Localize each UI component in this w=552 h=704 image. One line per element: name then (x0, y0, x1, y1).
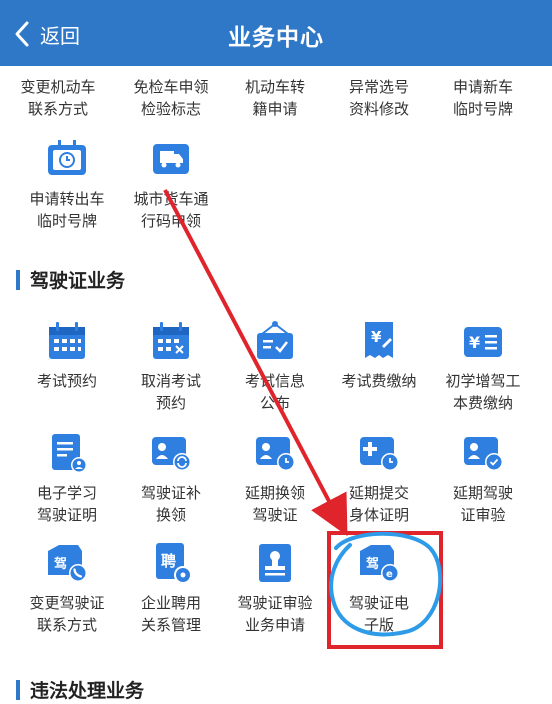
medical-clock-icon (360, 437, 399, 471)
grid-item-transfer-temp-plate[interactable]: 申请转出车 临时号牌 (12, 136, 122, 232)
grid-item-extend-license-renewal[interactable]: 延期换领 驾驶证 (220, 430, 330, 526)
grid-item-electronic-license[interactable]: 驾 e 驾驶证电 子版 (324, 540, 434, 636)
grid-item-abnormal-plate-edit[interactable]: 异常选号 资料修改 (324, 76, 434, 120)
grid-item-exam-booking[interactable]: 考试预约 (12, 318, 122, 392)
grid-item-learner-fee[interactable]: ¥ 初学增驾工 本费缴纳 (428, 318, 538, 414)
license-phone-icon: 驾 (48, 545, 87, 582)
calendar-cancel-icon (153, 322, 189, 359)
license-section-header: 驾驶证业务 (16, 266, 125, 293)
stamp-document-icon (259, 544, 291, 582)
grid-item-employment-management[interactable]: 聘 企业聘用 关系管理 (116, 540, 226, 636)
grid-item-e-study-certificate[interactable]: 电子学习 驾驶证明 (12, 430, 122, 526)
grid-item-change-vehicle-contact[interactable]: 变更机动车 联系方式 (3, 76, 113, 120)
clock-plate-icon (48, 140, 86, 175)
grid-item-license-reissue[interactable]: 驾驶证补 换领 (116, 430, 226, 526)
grid-item-extend-medical-proof[interactable]: 延期提交 身体证明 (324, 430, 434, 526)
notice-board-icon (257, 321, 293, 359)
grid-item-cancel-exam[interactable]: 取消考试 预约 (116, 318, 226, 414)
electronic-license-icon: 驾 e (360, 545, 399, 582)
grid-item-city-truck-pass[interactable]: 城市货车通 行码申领 (116, 136, 226, 232)
svg-text:e: e (386, 569, 393, 580)
svg-text:¥: ¥ (469, 333, 480, 352)
section-accent-bar (16, 269, 20, 290)
svg-text:聘: 聘 (161, 552, 176, 570)
truck-icon (153, 144, 189, 174)
grid-item-exempt-inspection-mark[interactable]: 免检车申领 检验标志 (116, 76, 226, 120)
page-title: 业务中心 (228, 25, 324, 51)
employment-gear-icon: 聘 (156, 543, 192, 584)
grid-item-exam-info[interactable]: 考试信息 公布 (220, 318, 330, 414)
grid-item-new-car-temp-plate[interactable]: 申请新车 临时号牌 (428, 76, 538, 120)
grid-item-license-audit-application[interactable]: 驾驶证审验 业务申请 (220, 540, 330, 636)
license-refresh-icon (152, 437, 191, 471)
svg-text:驾: 驾 (366, 556, 379, 572)
yen-list-icon: ¥ (464, 327, 502, 357)
section-accent-bar (16, 679, 20, 700)
license-clock-icon (256, 437, 295, 471)
grid-item-exam-fee[interactable]: ¥ 考试费缴纳 (324, 318, 434, 392)
top-bar: 返回 业务中心 (0, 0, 552, 66)
violation-section-title: 违法处理业务 (30, 680, 145, 702)
study-document-icon (52, 434, 87, 473)
svg-text:¥: ¥ (371, 328, 382, 346)
violation-section-header: 违法处理业务 (16, 676, 144, 703)
license-check-icon (464, 437, 503, 471)
license-section-title: 驾驶证业务 (30, 270, 126, 292)
svg-text:驾: 驾 (54, 556, 67, 572)
grid-item-vehicle-transfer[interactable]: 机动车转 籍申请 (220, 76, 330, 120)
grid-item-extend-license-audit[interactable]: 延期驾驶 证审验 (428, 430, 538, 526)
fee-receipt-icon: ¥ (365, 322, 393, 358)
grid-item-change-license-contact[interactable]: 驾 变更驾驶证 联系方式 (12, 540, 122, 636)
calendar-icon (49, 322, 85, 359)
